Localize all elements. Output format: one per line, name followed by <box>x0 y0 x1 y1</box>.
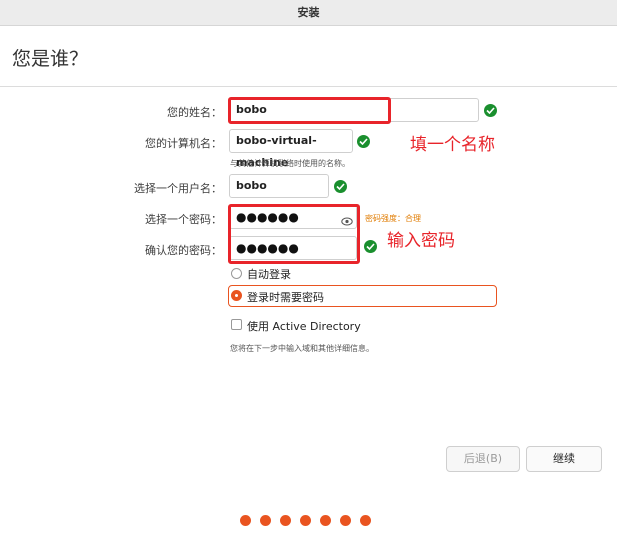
progress-dot <box>240 515 251 526</box>
active-directory-checkbox[interactable] <box>231 319 242 330</box>
auto-login-label[interactable]: 自动登录 <box>247 266 291 282</box>
progress-dot <box>260 515 271 526</box>
active-directory-label[interactable]: 使用 Active Directory <box>247 318 361 334</box>
progress-dot <box>340 515 351 526</box>
active-directory-hint: 您将在下一步中输入域和其他详细信息。 <box>230 344 374 353</box>
password-annotation-box <box>228 204 360 264</box>
password-strength: 密码强度：合理 <box>365 214 421 223</box>
header-divider <box>0 86 617 87</box>
progress-dot <box>300 515 311 526</box>
username-field[interactable]: bobo <box>229 174 329 198</box>
back-button[interactable]: 后退(B) <box>446 446 520 472</box>
password-annotation-text: 输入密码 <box>387 231 455 251</box>
name-valid-check-icon <box>484 104 497 117</box>
computer-name-label: 您的计算机名： <box>145 137 222 150</box>
confirm-valid-check-icon <box>364 240 377 253</box>
computer-valid-check-icon <box>357 135 370 148</box>
name-label: 您的姓名： <box>167 106 222 119</box>
name-annotation-text: 填一个名称 <box>410 135 495 155</box>
installer-window: 安装 您是谁？ 您的姓名： bobo 填一个名称 您的计算机名： bobo-vi… <box>0 0 617 557</box>
auto-login-radio[interactable] <box>231 268 242 279</box>
page-title: 您是谁？ <box>12 48 89 70</box>
progress-dot <box>320 515 331 526</box>
progress-dot <box>360 515 371 526</box>
confirm-password-label: 确认您的密码： <box>145 244 222 257</box>
computer-name-hint: 与其他计算机联络时使用的名称。 <box>230 159 350 168</box>
window-title: 安装 <box>0 0 617 26</box>
require-password-radio[interactable] <box>231 290 242 301</box>
username-valid-check-icon <box>334 180 347 193</box>
username-label: 选择一个用户名： <box>134 182 222 195</box>
progress-indicator <box>240 515 371 526</box>
progress-dot <box>280 515 291 526</box>
continue-button[interactable]: 继续 <box>526 446 602 472</box>
require-password-label[interactable]: 登录时需要密码 <box>247 289 324 305</box>
computer-name-field[interactable]: bobo-virtual-machine <box>229 129 353 169</box>
password-label: 选择一个密码： <box>145 213 222 226</box>
name-annotation-box <box>228 97 391 124</box>
